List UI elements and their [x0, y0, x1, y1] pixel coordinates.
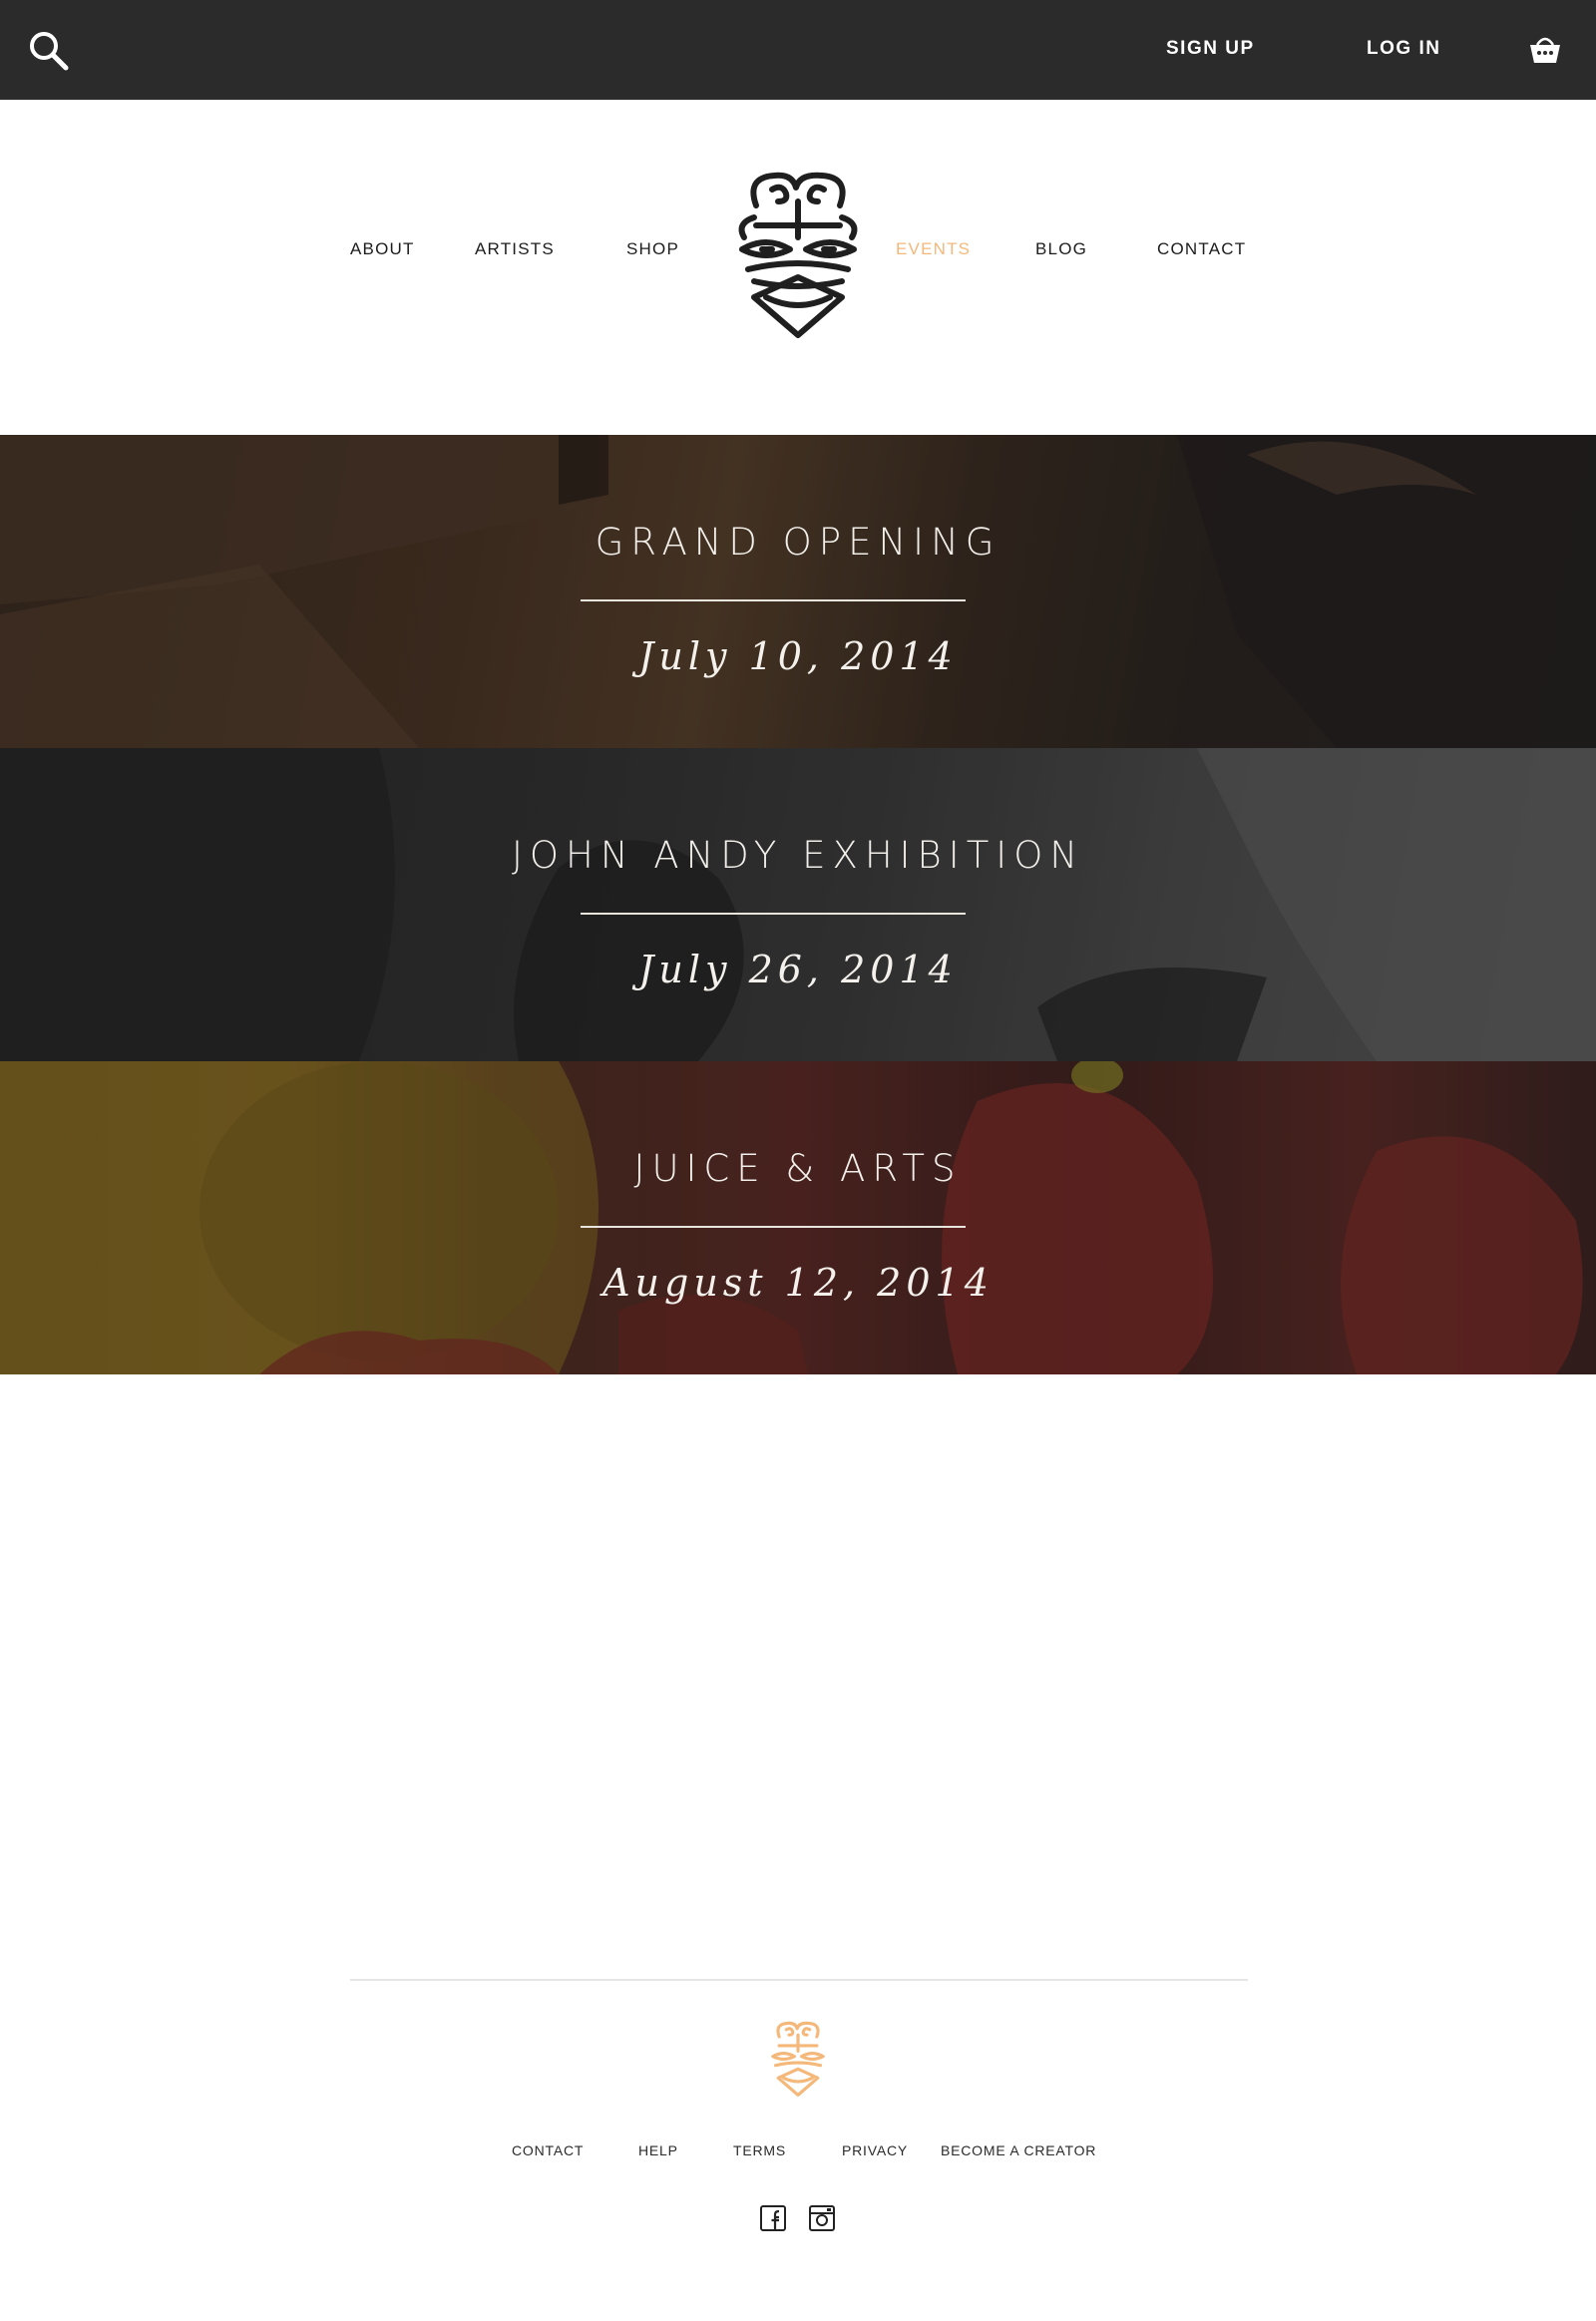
nav-item-shop[interactable]: SHOP	[626, 239, 679, 259]
footer-link-help[interactable]: HELP	[638, 2142, 678, 2158]
event-banner-john-andy-exhibition[interactable]: JOHN ANDY EXHIBITION July 26, 2014	[0, 748, 1596, 1061]
nav-item-artists[interactable]: ARTISTS	[475, 239, 555, 259]
mask-logo-icon[interactable]	[726, 166, 870, 343]
search-icon[interactable]	[28, 30, 70, 72]
event-date: August 12, 2014	[602, 1261, 994, 1305]
event-background-image	[0, 1061, 1596, 1374]
top-bar: SIGN UP LOG IN	[0, 0, 1596, 100]
event-banner-grand-opening[interactable]: GRAND OPENING July 10, 2014	[0, 435, 1596, 748]
basket-icon[interactable]	[1528, 34, 1562, 66]
nav-item-about[interactable]: ABOUT	[350, 239, 415, 259]
event-title: GRAND OPENING	[595, 521, 1001, 564]
event-date: July 10, 2014	[638, 634, 958, 678]
nav-item-contact[interactable]: CONTACT	[1157, 239, 1246, 259]
divider	[581, 599, 966, 601]
nav-item-events[interactable]: EVENTS	[896, 239, 971, 259]
footer-mask-logo-icon[interactable]	[765, 2019, 831, 2099]
event-title: JOHN ANDY EXHIBITION	[511, 834, 1085, 877]
event-background-image	[0, 435, 1596, 748]
footer-link-terms[interactable]: TERMS	[733, 2142, 786, 2158]
facebook-icon[interactable]	[759, 2204, 787, 2232]
event-background-image	[0, 748, 1596, 1061]
event-title: JUICE & ARTS	[633, 1147, 963, 1190]
divider	[581, 1226, 966, 1228]
footer-link-become-a-creator[interactable]: BECOME A CREATOR	[941, 2142, 1096, 2158]
event-date: July 26, 2014	[638, 948, 958, 991]
sign-up-link[interactable]: SIGN UP	[1166, 38, 1255, 60]
footer-divider	[350, 1979, 1248, 1981]
divider	[581, 913, 966, 915]
instagram-icon[interactable]	[808, 2204, 836, 2232]
event-banner-juice-and-arts[interactable]: JUICE & ARTS August 12, 2014	[0, 1061, 1596, 1374]
nav-item-blog[interactable]: BLOG	[1035, 239, 1087, 259]
main-navigation: ABOUT ARTISTS SHOP EVENTS BLOG CONTACT	[0, 100, 1596, 435]
log-in-link[interactable]: LOG IN	[1367, 38, 1440, 60]
footer-link-contact[interactable]: CONTACT	[512, 2142, 584, 2158]
footer-link-privacy[interactable]: PRIVACY	[842, 2142, 908, 2158]
